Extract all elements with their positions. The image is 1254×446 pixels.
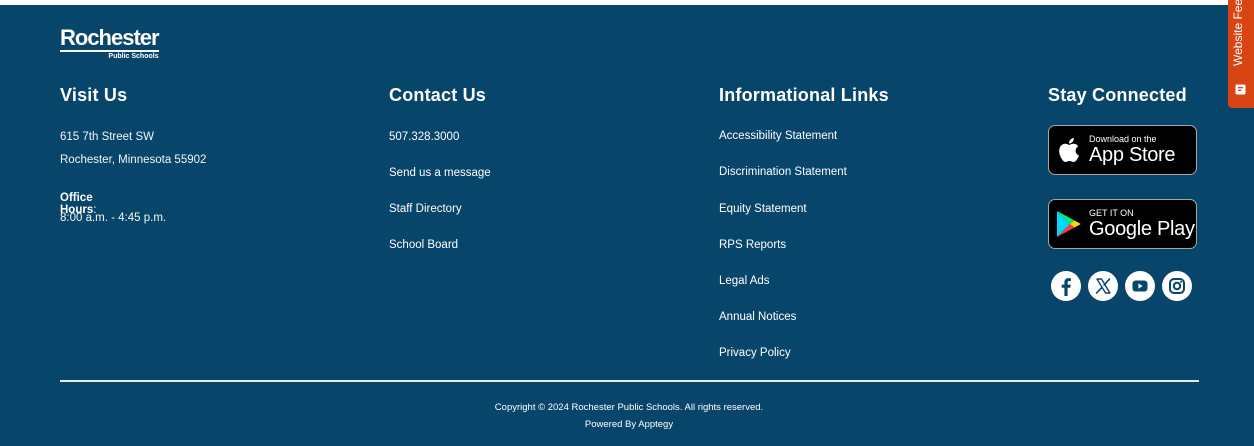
google-play-line1: GET IT ON: [1089, 208, 1134, 218]
school-board-link[interactable]: School Board: [389, 239, 458, 251]
address-line-2: Rochester, Minnesota 55902: [60, 154, 207, 166]
app-store-button[interactable]: Download on the App Store: [1048, 125, 1197, 175]
app-store-line1: Download on the: [1089, 134, 1157, 144]
stay-connected-column: Stay Connected Download on the App Store: [1048, 85, 1197, 301]
powered-by-link[interactable]: Powered By Apptegy: [0, 419, 1254, 430]
contact-us-column: Contact Us 507.328.3000 Send us a messag…: [389, 85, 491, 251]
send-message-link[interactable]: Send us a message: [389, 167, 491, 179]
website-feedback-label: Website Feed: [1231, 0, 1245, 66]
contact-us-heading: Contact Us: [389, 85, 487, 105]
apple-icon: [1049, 137, 1089, 163]
staff-directory-link[interactable]: Staff Directory: [389, 203, 462, 215]
copyright-text: Copyright © 2024 Rochester Public School…: [494, 402, 764, 413]
instagram-icon[interactable]: [1162, 271, 1192, 301]
office-hours-value: 8:00 a.m. - 4:45 p.m.: [60, 212, 167, 224]
youtube-icon[interactable]: [1125, 271, 1155, 301]
facebook-icon[interactable]: [1051, 271, 1081, 301]
annual-notices-link[interactable]: Annual Notices: [719, 311, 796, 323]
feedback-icon: [1235, 82, 1246, 95]
google-play-button[interactable]: GET IT ON Google Play: [1048, 199, 1197, 249]
logo-subtitle: Public Schools: [108, 53, 159, 60]
stay-connected-heading: Stay Connected: [1048, 85, 1187, 105]
informational-links-column: Informational Links Accessibility Statem…: [719, 85, 889, 359]
legal-ads-link[interactable]: Legal Ads: [719, 275, 770, 287]
informational-links-heading: Informational Links: [719, 85, 889, 105]
discrimination-statement-link[interactable]: Discrimination Statement: [719, 166, 847, 178]
google-play-line2: Google Play: [1089, 218, 1195, 240]
visit-us-column: Visit Us 615 7th Street SW Rochester, Mi…: [60, 85, 206, 224]
district-logo[interactable]: Rochester Public Schools: [60, 25, 160, 60]
app-store-line2: App Store: [1089, 144, 1176, 166]
logo-wordmark: Rochester: [60, 25, 160, 52]
website-feedback-tab[interactable]: Website Feed: [1228, 0, 1254, 108]
footer-divider: [60, 380, 1199, 382]
site-footer: Rochester Public Schools Visit Us 615 7t…: [0, 5, 1254, 446]
accessibility-statement-link[interactable]: Accessibility Statement: [719, 130, 837, 142]
privacy-policy-link[interactable]: Privacy Policy: [719, 347, 791, 359]
x-icon[interactable]: [1088, 271, 1118, 301]
google-play-icon: [1049, 210, 1089, 238]
address-line-1: 615 7th Street SW: [60, 131, 154, 143]
phone-link[interactable]: 507.328.3000: [389, 131, 459, 143]
equity-statement-link[interactable]: Equity Statement: [719, 203, 807, 215]
rps-reports-link[interactable]: RPS Reports: [719, 239, 786, 251]
visit-us-heading: Visit Us: [60, 85, 128, 105]
